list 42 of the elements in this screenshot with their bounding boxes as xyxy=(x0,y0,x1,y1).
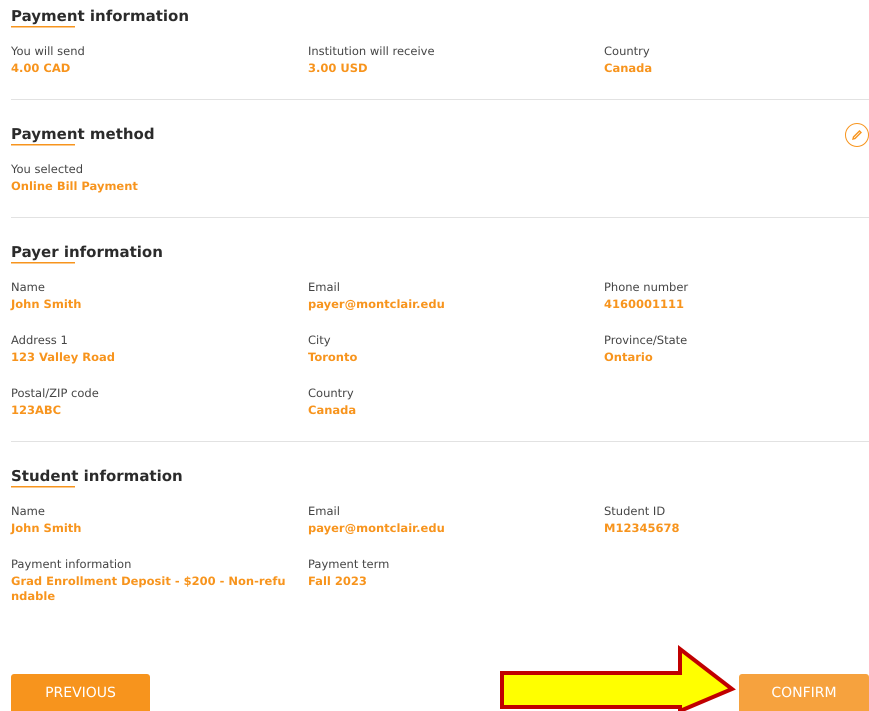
field-value: payer@montclair.edu xyxy=(308,297,446,312)
field-label: Postal/ZIP code xyxy=(11,386,100,400)
field-value: 123 Valley Road xyxy=(11,350,116,365)
field-value: 4160001111 xyxy=(604,297,686,312)
edit-button[interactable] xyxy=(845,123,869,147)
field-label: Country xyxy=(604,44,651,58)
field-label: Address 1 xyxy=(11,333,69,347)
field-value: John Smith xyxy=(11,297,82,312)
pencil-icon xyxy=(851,129,863,141)
field-value: Fall 2023 xyxy=(308,574,368,589)
field-label: Province/State xyxy=(604,333,688,347)
field-label: You selected xyxy=(11,162,84,176)
field-value: payer@montclair.edu xyxy=(308,521,446,536)
field-label: Email xyxy=(308,504,341,518)
field-label: Email xyxy=(308,280,341,294)
confirm-button[interactable]: CONFIRM xyxy=(739,674,869,711)
field-value: Toronto xyxy=(308,350,358,365)
section-title: Payment method xyxy=(11,124,155,146)
field-value: Canada xyxy=(604,61,654,76)
field-value: 4.00 CAD xyxy=(11,61,72,76)
field-value: Ontario xyxy=(604,350,654,365)
field-label: Institution will receive xyxy=(308,44,436,58)
field-value: 3.00 USD xyxy=(308,61,369,76)
previous-button[interactable]: PREVIOUS xyxy=(11,674,150,711)
field-value: Canada xyxy=(308,403,358,418)
field-label: You will send xyxy=(11,44,86,58)
field-label: Student ID xyxy=(604,504,666,518)
section-title: Student information xyxy=(11,466,183,488)
field-label: Payment term xyxy=(308,557,390,571)
field-value: 123ABC xyxy=(11,403,62,418)
field-label: Name xyxy=(11,504,46,518)
field-value: John Smith xyxy=(11,521,82,536)
field-label: Country xyxy=(308,386,355,400)
section-title: Payer information xyxy=(11,242,163,264)
field-label: Payment information xyxy=(11,557,132,571)
field-value: Online Bill Payment xyxy=(11,179,139,194)
field-label: Phone number xyxy=(604,280,690,294)
field-value: M12345678 xyxy=(604,521,680,536)
field-value: Grad Enrollment Deposit - $200 - Non-refundable xyxy=(11,574,286,604)
field-label: Name xyxy=(11,280,46,294)
section-title: Payment information xyxy=(11,6,190,28)
field-label: City xyxy=(308,333,332,347)
